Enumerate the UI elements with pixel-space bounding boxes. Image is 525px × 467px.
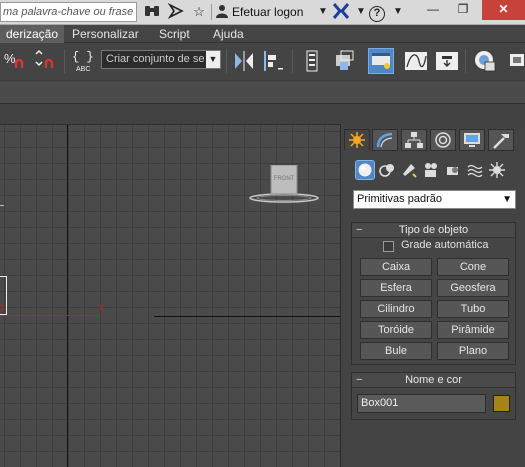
chevron-down-icon: ▼: [502, 194, 512, 205]
main-toolbar: % { } ABC Criar conjunto de se ▼: [0, 43, 525, 80]
viewcube-face-label: FRONT: [273, 176, 295, 182]
curve-editor-icon[interactable]: [403, 48, 429, 74]
x-axis-label: x: [99, 302, 104, 313]
selection-bracket: [0, 276, 7, 315]
name-color-title: Nome e cor: [405, 374, 462, 386]
viewport-perspective[interactable]: x x FRONT: [0, 124, 340, 467]
selection-set-dropdown[interactable]: Criar conjunto de se ▼: [101, 50, 221, 69]
binoculars-icon[interactable]: [143, 3, 161, 21]
search-input[interactable]: ma palavra-chave ou frase: [0, 2, 137, 22]
selection-set-value: Criar conjunto de se: [106, 53, 205, 65]
ribbon-bar: [0, 80, 525, 104]
dropdown-arrow-icon[interactable]: ▼: [314, 3, 332, 21]
help-button[interactable]: ?: [368, 3, 386, 22]
text-tool-label: ABC: [76, 66, 90, 73]
viewcube[interactable]: FRONT: [248, 164, 320, 205]
collapse-minus-icon: −: [356, 224, 363, 236]
restore-button[interactable]: ❐: [448, 0, 478, 20]
cameras-category-icon[interactable]: [421, 160, 441, 180]
torus-button[interactable]: Toróide: [360, 321, 432, 339]
separator: [292, 49, 293, 73]
layer-manager-icon[interactable]: [299, 48, 325, 74]
name-color-rollout-header[interactable]: − Nome e cor: [352, 373, 515, 388]
tab-utilities[interactable]: [488, 129, 514, 151]
user-icon: [215, 4, 229, 18]
tab-create[interactable]: [344, 129, 370, 151]
communication-center-icon[interactable]: [167, 2, 185, 21]
graphite-ribbon-icon[interactable]: [368, 48, 394, 74]
geosphere-button[interactable]: Geosfera: [437, 279, 509, 297]
align-icon[interactable]: [260, 48, 286, 74]
grid-axis-horizontal: [154, 316, 340, 317]
close-button[interactable]: ✕: [482, 0, 525, 20]
grid-axis-vertical: [67, 125, 68, 467]
minimize-button[interactable]: —: [418, 0, 448, 20]
tab-motion[interactable]: [430, 129, 456, 151]
render-frame-icon[interactable]: [507, 48, 525, 74]
systems-category-icon[interactable]: [487, 160, 507, 180]
object-type-rollout: − Tipo de objeto Grade automática Caixa …: [351, 222, 516, 365]
menu-script[interactable]: Script: [153, 25, 196, 43]
separator: [64, 49, 65, 73]
spinner-snap-icon[interactable]: [33, 48, 59, 74]
box-button[interactable]: Caixa: [360, 258, 432, 276]
teapot-button[interactable]: Bule: [360, 342, 432, 360]
sign-in-label: Efetuar logon: [232, 5, 304, 19]
object-name-field[interactable]: Box001: [357, 394, 486, 413]
svg-text:%: %: [4, 51, 16, 66]
chevron-down-icon[interactable]: ▼: [206, 51, 220, 68]
separator: [465, 49, 466, 73]
plane-button[interactable]: Plano: [437, 342, 509, 360]
schematic-view-icon[interactable]: [434, 48, 460, 74]
separator: [226, 49, 227, 73]
space-warps-category-icon[interactable]: [465, 160, 485, 180]
menu-customize[interactable]: Personalizar: [66, 25, 145, 43]
command-panel: Primitivas padrão ▼ − Tipo de objeto Gra…: [340, 124, 525, 467]
primitive-category-dropdown[interactable]: Primitivas padrão ▼: [353, 190, 516, 209]
object-type-rollout-header[interactable]: − Tipo de objeto: [352, 223, 515, 238]
x-axis-line: [0, 315, 100, 316]
grid-tick: [0, 205, 4, 206]
exchange-x-icon[interactable]: [332, 3, 350, 21]
name-color-rollout: − Nome e cor Box001: [351, 372, 516, 420]
pyramid-button[interactable]: Pirâmide: [437, 321, 509, 339]
lights-category-icon[interactable]: [399, 160, 419, 180]
shapes-category-icon[interactable]: [377, 160, 397, 180]
primitive-category-value: Primitivas padrão: [357, 193, 442, 205]
dropdown-arrow-icon[interactable]: ▼: [389, 3, 407, 21]
helpers-category-icon[interactable]: [443, 160, 463, 180]
favorites-star-icon[interactable]: ☆: [190, 3, 208, 21]
autogrid-checkbox[interactable]: [383, 241, 394, 252]
menu-help[interactable]: Ajuda: [207, 25, 250, 43]
geometry-category-icon[interactable]: [355, 160, 375, 180]
tab-hierarchy[interactable]: [401, 129, 427, 151]
object-color-swatch[interactable]: [493, 395, 510, 412]
cylinder-button[interactable]: Cilindro: [360, 300, 432, 318]
sign-in-button[interactable]: Efetuar logon: [215, 3, 303, 21]
cone-button[interactable]: Cone: [437, 258, 509, 276]
autogrid-label: Grade automática: [401, 239, 489, 251]
named-selection-text-icon[interactable]: { } ABC: [70, 48, 96, 74]
scene-explorer-icon[interactable]: [332, 48, 358, 74]
menu-rendering[interactable]: derização: [0, 25, 65, 43]
viewport-layout-strip: [0, 104, 525, 124]
title-bar: ma palavra-chave ou frase ☆ Efetuar logo…: [0, 0, 525, 25]
separator: [211, 4, 212, 20]
tab-modify[interactable]: [372, 129, 398, 151]
mirror-icon[interactable]: [231, 48, 257, 74]
svg-text:{ }: { }: [72, 50, 94, 64]
object-type-title: Tipo de objeto: [398, 224, 469, 236]
menu-bar: derização Personalizar Script Ajuda: [0, 25, 525, 43]
tab-display[interactable]: [459, 129, 485, 151]
render-setup-icon[interactable]: [472, 48, 498, 74]
sphere-button[interactable]: Esfera: [360, 279, 432, 297]
tube-button[interactable]: Tubo: [437, 300, 509, 318]
collapse-minus-icon: −: [356, 374, 363, 386]
percent-snap-icon[interactable]: %: [2, 48, 28, 74]
